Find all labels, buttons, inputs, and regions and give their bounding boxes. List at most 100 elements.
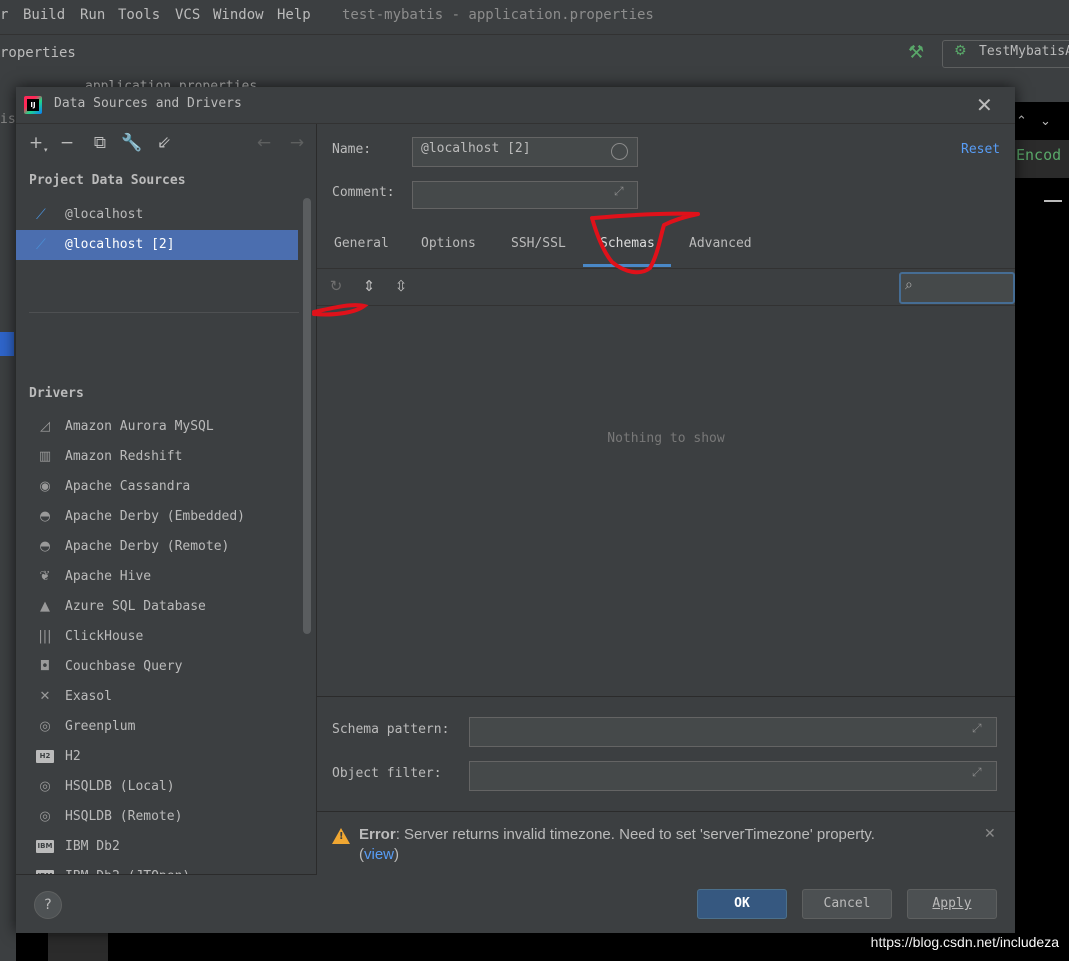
- expand-icon[interactable]: ⤢: [972, 765, 982, 780]
- tab-advanced[interactable]: Advanced: [689, 236, 752, 251]
- window-title: test-mybatis - application.properties: [342, 7, 654, 23]
- build-hammer-icon[interactable]: ⚒: [908, 42, 924, 63]
- comment-label: Comment:: [332, 185, 395, 200]
- project-tool-window-strip: [0, 102, 16, 961]
- expand-icon[interactable]: ⤢: [614, 184, 624, 199]
- driver-item[interactable]: ◓ Apache Derby (Remote): [16, 532, 298, 562]
- driver-label: Azure SQL Database: [65, 599, 206, 614]
- driver-item[interactable]: ◉ Apache Cassandra: [16, 472, 298, 502]
- driver-icon: ◿: [40, 419, 50, 434]
- driver-icon: ✕: [39, 689, 51, 704]
- project-tree-selection: [0, 332, 14, 356]
- menu-item-run[interactable]: Run: [80, 7, 105, 23]
- driver-icon: ◓: [39, 509, 51, 524]
- driver-item[interactable]: ✕ Exasol: [16, 682, 298, 712]
- data-source-item-selected[interactable]: ⟋ @localhost [2]: [16, 230, 298, 260]
- forward-arrow-icon[interactable]: →: [286, 132, 308, 154]
- object-filter-field[interactable]: [469, 761, 997, 791]
- menu-item-build[interactable]: Build: [23, 7, 65, 23]
- driver-icon: ◓: [39, 539, 51, 554]
- ok-button[interactable]: OK: [697, 889, 787, 919]
- error-close-icon[interactable]: ✕: [984, 826, 996, 842]
- schema-tree[interactable]: [317, 306, 1015, 696]
- driver-label: Apache Derby (Embedded): [65, 509, 246, 524]
- driver-item[interactable]: ▥ Amazon Redshift: [16, 442, 298, 472]
- refresh-icon[interactable]: ↻: [325, 275, 347, 297]
- close-icon[interactable]: ✕: [976, 95, 993, 115]
- schema-search-input[interactable]: [899, 272, 1015, 304]
- apply-button[interactable]: Apply: [907, 889, 997, 919]
- reset-link[interactable]: Reset: [961, 142, 1000, 157]
- driver-item[interactable]: IBM IBM Db2: [16, 832, 298, 862]
- chevron-up-icon[interactable]: ⌃: [1016, 114, 1027, 129]
- data-source-details-pane: Name: @localhost [2] Comment: ⤢ Reset Ge…: [317, 124, 1015, 874]
- run-config-label: TestMybatisA: [979, 44, 1069, 59]
- name-label: Name:: [332, 142, 372, 157]
- editor-caret-line: [1044, 200, 1062, 202]
- add-dropdown-icon[interactable]: ▾: [44, 146, 48, 154]
- remove-icon[interactable]: −: [56, 132, 78, 154]
- driver-icon: ❦: [39, 569, 51, 584]
- driver-label: H2: [65, 749, 81, 764]
- driver-icon: ◎: [39, 779, 51, 794]
- collapse-all-icon[interactable]: ⇳: [390, 275, 412, 297]
- driver-label: Amazon Redshift: [65, 449, 183, 464]
- error-text: : Server returns invalid timezone. Need …: [395, 826, 875, 843]
- driver-label: HSQLDB (Remote): [65, 809, 183, 824]
- driver-label: Exasol: [65, 689, 112, 704]
- driver-item[interactable]: ◿ Amazon Aurora MySQL: [16, 412, 298, 442]
- driver-item[interactable]: ▲ Azure SQL Database: [16, 592, 298, 622]
- comment-field[interactable]: [412, 181, 638, 209]
- menu-item-help[interactable]: Help: [277, 7, 311, 23]
- back-arrow-icon[interactable]: ←: [253, 132, 275, 154]
- menu-item-vcs[interactable]: VCS: [175, 7, 200, 23]
- schema-pattern-field[interactable]: [469, 717, 997, 747]
- scrollbar[interactable]: [303, 198, 311, 634]
- driver-item[interactable]: ◎ HSQLDB (Remote): [16, 802, 298, 832]
- tab-general[interactable]: General: [334, 236, 389, 251]
- chevron-down-icon[interactable]: ⌄: [1040, 114, 1051, 129]
- expand-all-icon[interactable]: ⇕: [358, 275, 380, 297]
- breadcrumb[interactable]: roperties: [0, 45, 76, 61]
- error-message: Error: Server returns invalid timezone. …: [359, 825, 969, 865]
- driver-item[interactable]: ◎ Greenplum: [16, 712, 298, 742]
- tab-schemas[interactable]: Schemas: [600, 236, 655, 251]
- driver-item[interactable]: ◎ HSQLDB (Local): [16, 772, 298, 802]
- view-link[interactable]: view: [364, 846, 394, 863]
- error-label: Error: [359, 826, 396, 843]
- name-field-value: @localhost [2]: [421, 141, 531, 156]
- project-data-sources-heading: Project Data Sources: [29, 173, 186, 188]
- drivers-heading: Drivers: [29, 386, 84, 401]
- tab-ssh-ssl[interactable]: SSH/SSL: [511, 236, 566, 251]
- driver-label: ClickHouse: [65, 629, 144, 644]
- data-source-list-pane: + ▾ − ⧉ 🔧 ⇙ ← → Project Data Sources ⟋ @…: [16, 124, 317, 874]
- cancel-button[interactable]: Cancel: [802, 889, 892, 919]
- duplicate-icon[interactable]: ⧉: [89, 132, 111, 154]
- driver-item[interactable]: IBMIBM Db2 (JTOpen): [16, 862, 298, 874]
- data-source-item[interactable]: ⟋ @localhost: [16, 200, 298, 230]
- help-button[interactable]: ?: [34, 891, 62, 919]
- color-circle-icon[interactable]: [611, 143, 628, 160]
- apply-button-label: Apply: [932, 896, 972, 911]
- editor-area: [1015, 102, 1069, 961]
- import-icon[interactable]: ⇙: [153, 132, 175, 154]
- driver-item[interactable]: ◘ Couchbase Query: [16, 652, 298, 682]
- spring-boot-icon: ⚙: [954, 43, 967, 59]
- status-bar: [16, 932, 1016, 961]
- menu-item-window[interactable]: Window: [213, 7, 264, 23]
- driver-item[interactable]: ◓ Apache Derby (Embedded): [16, 502, 298, 532]
- driver-item[interactable]: H2 H2: [16, 742, 298, 772]
- error-close-paren: ): [394, 846, 400, 863]
- driver-label: IBM Db2: [65, 839, 120, 854]
- empty-state-text: Nothing to show: [607, 431, 725, 446]
- menu-item-tools[interactable]: Tools: [118, 7, 160, 23]
- driver-label: HSQLDB (Local): [65, 779, 175, 794]
- project-tree-fragment: is: [0, 112, 16, 127]
- expand-icon[interactable]: ⤢: [972, 721, 982, 736]
- driver-item[interactable]: ❦ Apache Hive: [16, 562, 298, 592]
- menu-item-r[interactable]: r: [0, 7, 8, 23]
- wrench-icon[interactable]: 🔧: [121, 132, 143, 154]
- driver-label: Greenplum: [65, 719, 136, 734]
- tab-options[interactable]: Options: [421, 236, 476, 251]
- driver-item[interactable]: ||| ClickHouse: [16, 622, 298, 652]
